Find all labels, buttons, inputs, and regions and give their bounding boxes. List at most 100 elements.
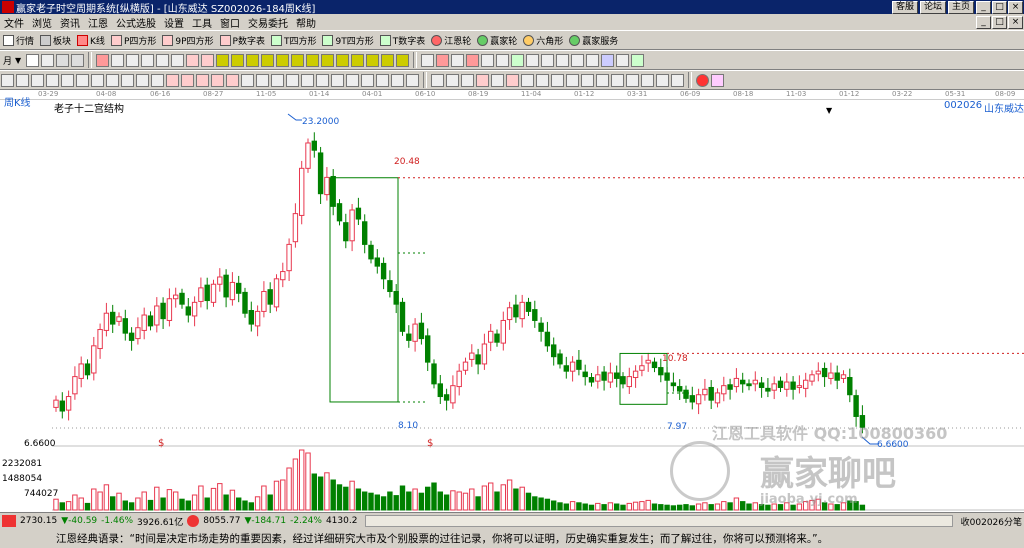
menu-help[interactable]: 帮助 bbox=[292, 15, 320, 30]
diamond-icon[interactable] bbox=[246, 53, 260, 67]
sectors-button[interactable]: 板块 bbox=[37, 32, 74, 48]
color-wheel-icon[interactable] bbox=[696, 73, 709, 87]
mdi-minimize-icon[interactable]: _ bbox=[976, 15, 991, 29]
box-icon[interactable] bbox=[346, 73, 359, 87]
link-icon[interactable] bbox=[711, 73, 724, 87]
tick-data-label[interactable]: 收002026分笔 bbox=[961, 515, 1022, 528]
diamond-icon[interactable] bbox=[291, 53, 305, 67]
menu-file[interactable]: 文件 bbox=[0, 15, 28, 30]
cursor-icon[interactable] bbox=[111, 53, 125, 67]
cloud-icon[interactable] bbox=[466, 53, 480, 67]
flag-icon[interactable] bbox=[631, 53, 645, 67]
quotes-button[interactable]: 行情 bbox=[0, 32, 37, 48]
stock-icon[interactable] bbox=[96, 53, 110, 67]
menu-trade[interactable]: 交易委托 bbox=[244, 15, 292, 30]
grid-icon[interactable] bbox=[616, 53, 630, 67]
box-icon[interactable] bbox=[601, 53, 615, 67]
p-table-button[interactable]: P数字表 bbox=[217, 32, 268, 48]
bars-icon[interactable] bbox=[526, 53, 540, 67]
bars-icon[interactable] bbox=[596, 73, 609, 87]
fan-icon[interactable] bbox=[151, 73, 164, 87]
box-icon[interactable] bbox=[571, 53, 585, 67]
homepage-button[interactable]: 主页 bbox=[947, 0, 974, 14]
kline-chart[interactable]: $ $ 周K线 老子十二宫结构 ▼ 002026 山东威达 23.2000 20.… bbox=[0, 98, 1024, 512]
diamond-icon[interactable] bbox=[306, 53, 320, 67]
fan-icon[interactable] bbox=[481, 53, 495, 67]
grid-icon[interactable] bbox=[556, 53, 570, 67]
target-icon[interactable] bbox=[166, 73, 179, 87]
circle-icon[interactable] bbox=[201, 53, 215, 67]
t-square-button[interactable]: T四方形 bbox=[268, 32, 320, 48]
9t-square-button[interactable]: 9T四方形 bbox=[319, 32, 376, 48]
grid-icon[interactable] bbox=[61, 73, 74, 87]
pan-icon[interactable] bbox=[56, 53, 70, 67]
line-icon[interactable] bbox=[451, 53, 465, 67]
diamond-icon[interactable] bbox=[321, 53, 335, 67]
9p-square-button[interactable]: 9P四方形 bbox=[159, 32, 216, 48]
diamond-icon[interactable] bbox=[351, 53, 365, 67]
sz-index-icon[interactable] bbox=[187, 515, 200, 527]
circle-icon[interactable] bbox=[186, 53, 200, 67]
diamond-icon[interactable] bbox=[216, 53, 230, 67]
box-icon[interactable] bbox=[361, 73, 374, 87]
diamond-icon[interactable] bbox=[261, 53, 275, 67]
menu-tools[interactable]: 工具 bbox=[188, 15, 216, 30]
hexagon-button[interactable]: 六角形 bbox=[520, 32, 566, 48]
target-icon[interactable] bbox=[196, 73, 209, 87]
grid-icon[interactable] bbox=[106, 73, 119, 87]
box-icon[interactable] bbox=[376, 73, 389, 87]
box-icon[interactable] bbox=[256, 73, 269, 87]
vertical-line-icon[interactable] bbox=[71, 53, 85, 67]
box-icon[interactable] bbox=[391, 73, 404, 87]
pencil-icon[interactable] bbox=[126, 53, 140, 67]
box-icon[interactable] bbox=[316, 73, 329, 87]
bars-icon[interactable] bbox=[431, 73, 444, 87]
indicator-dropdown-icon[interactable]: ▼ bbox=[826, 106, 832, 115]
box-icon[interactable] bbox=[271, 73, 284, 87]
trend-icon[interactable] bbox=[511, 53, 525, 67]
bars-icon[interactable] bbox=[536, 73, 549, 87]
diamond-icon[interactable] bbox=[231, 53, 245, 67]
menu-formula[interactable]: 公式选股 bbox=[112, 15, 160, 30]
diamond-icon[interactable] bbox=[381, 53, 395, 67]
target-icon[interactable] bbox=[181, 73, 194, 87]
ray-icon[interactable] bbox=[141, 53, 155, 67]
menu-info[interactable]: 资讯 bbox=[56, 15, 84, 30]
close-icon[interactable]: × bbox=[1008, 0, 1023, 14]
box-icon[interactable] bbox=[286, 73, 299, 87]
box-icon[interactable] bbox=[301, 73, 314, 87]
diamond-icon[interactable] bbox=[396, 53, 410, 67]
circle-icon[interactable] bbox=[476, 73, 489, 87]
menu-settings[interactable]: 设置 bbox=[160, 15, 188, 30]
bars-icon[interactable] bbox=[611, 73, 624, 87]
indicator-icon[interactable] bbox=[26, 53, 40, 67]
p-square-button[interactable]: P四方形 bbox=[108, 32, 159, 48]
t-table-button[interactable]: T数字表 bbox=[377, 32, 429, 48]
bars-icon[interactable] bbox=[581, 73, 594, 87]
bars-icon[interactable] bbox=[461, 73, 474, 87]
bars-icon[interactable] bbox=[671, 73, 684, 87]
bars-icon[interactable] bbox=[566, 73, 579, 87]
menu-gann[interactable]: 江恩 bbox=[84, 15, 112, 30]
index-icon[interactable] bbox=[2, 515, 16, 527]
fan-icon[interactable] bbox=[496, 53, 510, 67]
support-button[interactable]: 客服 bbox=[891, 0, 918, 14]
bars-icon[interactable] bbox=[446, 73, 459, 87]
bars-icon[interactable] bbox=[626, 73, 639, 87]
bars-icon[interactable] bbox=[656, 73, 669, 87]
bars-icon[interactable] bbox=[521, 73, 534, 87]
target-icon[interactable] bbox=[211, 73, 224, 87]
bars-icon[interactable] bbox=[541, 53, 555, 67]
gann-wheel-button[interactable]: 江恩轮 bbox=[428, 32, 474, 48]
star-icon[interactable] bbox=[436, 53, 450, 67]
fan-icon[interactable] bbox=[136, 73, 149, 87]
grid-icon[interactable] bbox=[46, 73, 59, 87]
maximize-icon[interactable]: □ bbox=[992, 0, 1007, 14]
grid-icon[interactable] bbox=[76, 73, 89, 87]
box-icon[interactable] bbox=[406, 73, 419, 87]
chevron-down-icon[interactable]: ▼ bbox=[15, 56, 21, 65]
winner-wheel-button[interactable]: 赢家轮 bbox=[474, 32, 520, 48]
diamond-icon[interactable] bbox=[276, 53, 290, 67]
fan-icon[interactable] bbox=[121, 73, 134, 87]
diamond-icon[interactable] bbox=[336, 53, 350, 67]
